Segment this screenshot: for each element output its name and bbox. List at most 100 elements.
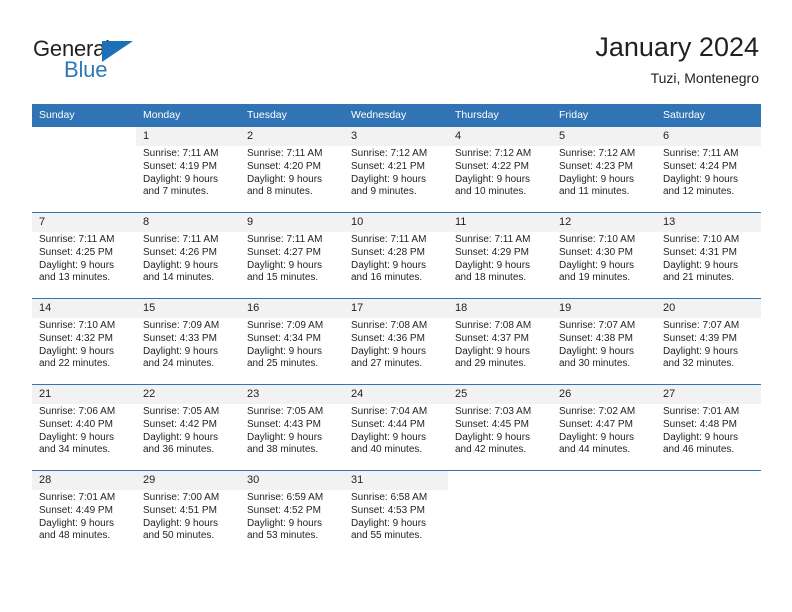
day-cell: Sunrise: 7:11 AM Sunset: 4:29 PM Dayligh… (448, 232, 552, 299)
sunrise-text: Sunrise: 7:08 AM (455, 320, 532, 331)
day-number[interactable]: 18 (448, 298, 552, 318)
daylight-text-line2: and 53 minutes. (247, 530, 319, 542)
sunset-text: Sunset: 4:34 PM (247, 332, 321, 344)
sunrise-text: Sunrise: 7:11 AM (455, 234, 531, 245)
sunrise-text: Sunrise: 6:59 AM (247, 492, 324, 503)
day-number[interactable]: 28 (32, 470, 136, 490)
daylight-text-line2: and 16 minutes. (351, 272, 423, 284)
day-number[interactable]: 23 (240, 384, 344, 404)
daylight-text-line1: Daylight: 9 hours (455, 431, 531, 443)
sunrise-text: Sunrise: 7:11 AM (351, 234, 427, 245)
day-number[interactable]: 24 (344, 384, 448, 404)
day-number[interactable]: 14 (32, 298, 136, 318)
sunset-text: Sunset: 4:39 PM (663, 332, 737, 344)
logo-text-blue: Blue (64, 57, 108, 82)
day-number (656, 470, 761, 490)
day-number[interactable]: 1 (136, 126, 240, 146)
day-number[interactable]: 17 (344, 298, 448, 318)
daylight-text-line2: and 42 minutes. (455, 444, 527, 456)
sunset-text: Sunset: 4:45 PM (455, 418, 529, 430)
day-number[interactable]: 6 (656, 126, 761, 146)
day-number[interactable]: 10 (344, 212, 448, 232)
sunset-text: Sunset: 4:52 PM (247, 504, 321, 516)
sunset-text: Sunset: 4:27 PM (247, 246, 321, 258)
sunset-text: Sunset: 4:51 PM (143, 504, 217, 516)
general-blue-logo: General Blue (33, 36, 163, 86)
day-cell: Sunrise: 6:59 AM Sunset: 4:52 PM Dayligh… (240, 490, 344, 556)
day-number[interactable]: 8 (136, 212, 240, 232)
sunrise-text: Sunrise: 7:06 AM (39, 406, 116, 417)
sunrise-text: Sunrise: 6:58 AM (351, 492, 428, 503)
day-cell: Sunrise: 7:11 AM Sunset: 4:26 PM Dayligh… (136, 232, 240, 299)
weekday-header-monday: Monday (136, 104, 240, 127)
calendar-body: 1 2 3 4 5 6 Sunrise: 7:11 AM Sunset: 4:1… (32, 126, 761, 556)
daylight-text-line1: Daylight: 9 hours (351, 345, 427, 357)
daylight-text-line2: and 32 minutes. (663, 358, 735, 370)
day-cell: Sunrise: 7:11 AM Sunset: 4:27 PM Dayligh… (240, 232, 344, 299)
day-number[interactable]: 15 (136, 298, 240, 318)
sunset-text: Sunset: 4:22 PM (455, 160, 529, 172)
daylight-text-line2: and 25 minutes. (247, 358, 319, 370)
day-number[interactable]: 30 (240, 470, 344, 490)
day-number[interactable]: 22 (136, 384, 240, 404)
daylight-text-line1: Daylight: 9 hours (247, 517, 323, 529)
day-cell: Sunrise: 7:00 AM Sunset: 4:51 PM Dayligh… (136, 490, 240, 556)
daylight-text-line2: and 46 minutes. (663, 444, 735, 456)
day-number[interactable]: 20 (656, 298, 761, 318)
day-number[interactable]: 31 (344, 470, 448, 490)
daylight-text-line1: Daylight: 9 hours (351, 517, 427, 529)
day-number[interactable]: 19 (552, 298, 656, 318)
daylight-text-line1: Daylight: 9 hours (247, 259, 323, 271)
week-row: 21 22 23 24 25 26 27 (32, 384, 761, 404)
day-number[interactable]: 26 (552, 384, 656, 404)
day-number[interactable]: 11 (448, 212, 552, 232)
daylight-text-line1: Daylight: 9 hours (39, 259, 115, 271)
daylight-text-line1: Daylight: 9 hours (143, 259, 219, 271)
day-cell: Sunrise: 7:02 AM Sunset: 4:47 PM Dayligh… (552, 404, 656, 471)
sunset-text: Sunset: 4:19 PM (143, 160, 217, 172)
week-row: 7 8 9 10 11 12 13 (32, 212, 761, 232)
daylight-text-line1: Daylight: 9 hours (455, 173, 531, 185)
daylight-text-line2: and 13 minutes. (39, 272, 111, 284)
daylight-text-line2: and 19 minutes. (559, 272, 631, 284)
day-number[interactable]: 25 (448, 384, 552, 404)
day-number[interactable]: 3 (344, 126, 448, 146)
day-number[interactable]: 7 (32, 212, 136, 232)
daylight-text-line2: and 48 minutes. (39, 530, 111, 542)
weekday-header-sunday: Sunday (32, 104, 136, 127)
daylight-text-line2: and 9 minutes. (351, 186, 417, 198)
sunset-text: Sunset: 4:24 PM (663, 160, 737, 172)
day-number[interactable]: 9 (240, 212, 344, 232)
daylight-text-line1: Daylight: 9 hours (663, 173, 739, 185)
day-cell: Sunrise: 7:08 AM Sunset: 4:37 PM Dayligh… (448, 318, 552, 385)
page-subtitle-location: Tuzi, Montenegro (650, 70, 759, 86)
day-cell: Sunrise: 7:05 AM Sunset: 4:43 PM Dayligh… (240, 404, 344, 471)
sunset-text: Sunset: 4:49 PM (39, 504, 113, 516)
daylight-text-line2: and 27 minutes. (351, 358, 423, 370)
day-number[interactable]: 21 (32, 384, 136, 404)
day-number[interactable]: 16 (240, 298, 344, 318)
sunrise-text: Sunrise: 7:10 AM (559, 234, 636, 245)
day-cell: Sunrise: 7:09 AM Sunset: 4:33 PM Dayligh… (136, 318, 240, 385)
day-cell: Sunrise: 7:10 AM Sunset: 4:32 PM Dayligh… (32, 318, 136, 385)
day-cell: Sunrise: 7:10 AM Sunset: 4:30 PM Dayligh… (552, 232, 656, 299)
sunrise-text: Sunrise: 7:11 AM (39, 234, 115, 245)
day-number[interactable]: 5 (552, 126, 656, 146)
sunset-text: Sunset: 4:28 PM (351, 246, 425, 258)
daylight-text-line2: and 11 minutes. (559, 186, 630, 198)
day-number[interactable]: 2 (240, 126, 344, 146)
sunset-text: Sunset: 4:33 PM (143, 332, 217, 344)
day-number[interactable]: 27 (656, 384, 761, 404)
day-number[interactable]: 12 (552, 212, 656, 232)
day-number (448, 470, 552, 490)
day-number[interactable]: 4 (448, 126, 552, 146)
daylight-text-line1: Daylight: 9 hours (351, 173, 427, 185)
week-detail-row: Sunrise: 7:11 AM Sunset: 4:19 PM Dayligh… (32, 146, 761, 213)
sunset-text: Sunset: 4:53 PM (351, 504, 425, 516)
day-number[interactable]: 13 (656, 212, 761, 232)
sunrise-text: Sunrise: 7:10 AM (39, 320, 116, 331)
daylight-text-line1: Daylight: 9 hours (559, 173, 635, 185)
daylight-text-line2: and 22 minutes. (39, 358, 111, 370)
day-number[interactable]: 29 (136, 470, 240, 490)
daylight-text-line2: and 12 minutes. (663, 186, 735, 198)
